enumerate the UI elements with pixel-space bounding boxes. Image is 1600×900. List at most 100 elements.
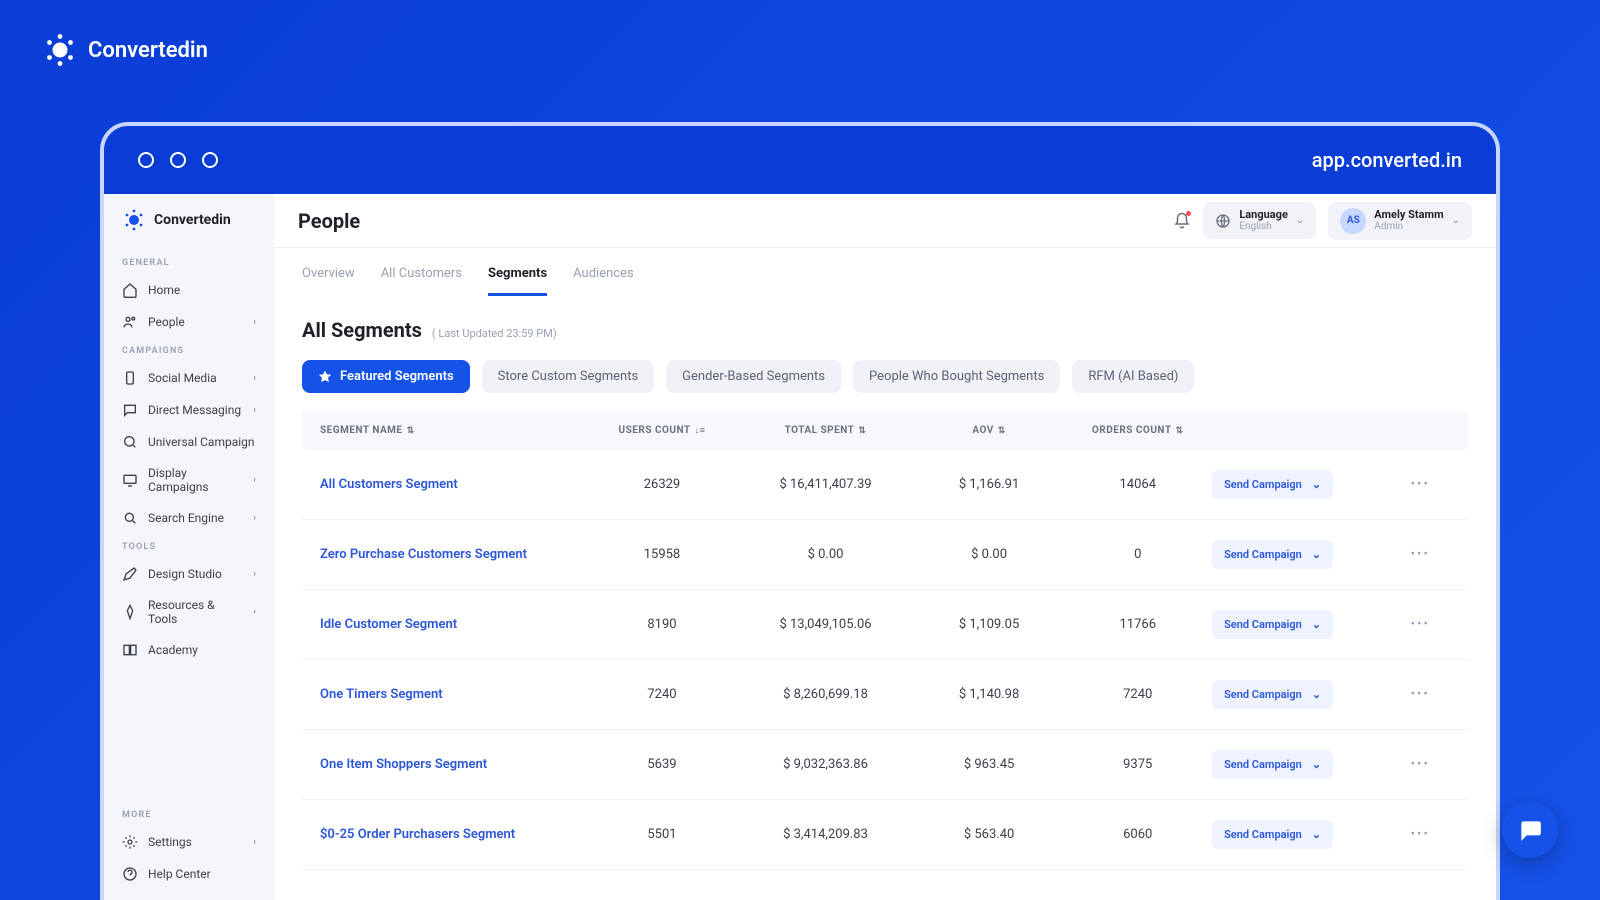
window-dot[interactable]: [170, 152, 186, 168]
brand-name: Convertedin: [88, 38, 208, 63]
segment-link[interactable]: One Item Shoppers Segment: [320, 757, 588, 772]
globe-icon: [1215, 213, 1231, 229]
brand-logo-sidebar[interactable]: Convertedin: [104, 208, 274, 250]
filter-featured[interactable]: Featured Segments: [302, 360, 470, 393]
chevron-right-icon: ›: [253, 317, 256, 327]
segments-table: SEGMENT NAME⇅ USERS COUNT↓≡ TOTAL SPENT⇅…: [302, 411, 1468, 870]
people-icon: [122, 314, 138, 330]
filter-gender[interactable]: Gender-Based Segments: [666, 360, 841, 393]
app-body: Convertedin GENERAL Home People › CAMPAI…: [104, 194, 1496, 900]
segments-heading: All Segments: [302, 318, 422, 342]
cell-spent: $ 8,260,699.18: [736, 687, 914, 702]
segment-link[interactable]: One Timers Segment: [320, 687, 588, 702]
sidebar-item-universal-campaign[interactable]: Universal Campaign: [104, 426, 274, 458]
tab-audiences[interactable]: Audiences: [573, 266, 634, 296]
sidebar-item-home[interactable]: Home: [104, 274, 274, 306]
sidebar-item-social-media[interactable]: Social Media ›: [104, 362, 274, 394]
segment-link[interactable]: Zero Purchase Customers Segment: [320, 547, 588, 562]
col-segment-name[interactable]: SEGMENT NAME⇅: [320, 425, 588, 436]
brand-name: Convertedin: [154, 212, 231, 228]
sidebar: Convertedin GENERAL Home People › CAMPAI…: [104, 194, 274, 900]
gear-icon: [122, 834, 138, 850]
tab-segments[interactable]: Segments: [488, 266, 547, 296]
sidebar-item-label: Home: [148, 283, 180, 297]
cell-spent: $ 16,411,407.39: [736, 477, 914, 492]
segment-link[interactable]: $0-25 Order Purchasers Segment: [320, 827, 588, 842]
cell-orders: 11766: [1063, 617, 1212, 632]
table-row: One Timers Segment7240$ 8,260,699.18$ 1,…: [302, 660, 1468, 730]
row-menu-button[interactable]: •••: [1391, 757, 1450, 772]
send-campaign-button[interactable]: Send Campaign ⌄: [1212, 610, 1333, 639]
tab-all-customers[interactable]: All Customers: [381, 266, 462, 296]
sidebar-item-design-studio[interactable]: Design Studio ›: [104, 558, 274, 590]
sidebar-item-academy[interactable]: Academy: [104, 634, 274, 666]
user-name: Amely Stamm: [1374, 208, 1443, 221]
language-value: English: [1239, 221, 1288, 233]
chevron-down-icon: ⌄: [1312, 618, 1321, 631]
language-selector[interactable]: Language English ⌄: [1203, 202, 1316, 239]
globe-search-icon: [122, 434, 138, 450]
section-more: MORE: [104, 802, 274, 826]
sidebar-item-direct-messaging[interactable]: Direct Messaging ›: [104, 394, 274, 426]
chevron-down-icon: ⌄: [1312, 828, 1321, 841]
send-campaign-button[interactable]: Send Campaign ⌄: [1212, 470, 1333, 499]
cell-users: 8190: [588, 617, 737, 632]
section-campaigns: CAMPAIGNS: [104, 338, 274, 362]
sort-icon: ⇅: [858, 426, 866, 436]
chat-button[interactable]: [1502, 802, 1558, 858]
sidebar-item-settings[interactable]: Settings ›: [104, 826, 274, 858]
cell-users: 26329: [588, 477, 737, 492]
sidebar-item-label: Universal Campaign: [148, 435, 255, 449]
user-menu[interactable]: AS Amely Stamm Admin ⌄: [1328, 202, 1472, 240]
cell-spent: $ 13,049,105.06: [736, 617, 914, 632]
filter-rfm[interactable]: RFM (AI Based): [1072, 360, 1194, 393]
cell-users: 15958: [588, 547, 737, 562]
row-menu-button[interactable]: •••: [1391, 547, 1450, 562]
sort-icon: ⇅: [407, 426, 415, 436]
cell-orders: 6060: [1063, 827, 1212, 842]
sidebar-item-help-center[interactable]: Help Center: [104, 858, 274, 890]
pen-nib-icon: [122, 604, 138, 620]
filter-bought[interactable]: People Who Bought Segments: [853, 360, 1060, 393]
avatar: AS: [1340, 208, 1366, 234]
segment-link[interactable]: All Customers Segment: [320, 477, 588, 492]
filter-store-custom[interactable]: Store Custom Segments: [482, 360, 655, 393]
help-icon: [122, 866, 138, 882]
row-menu-button[interactable]: •••: [1391, 477, 1450, 492]
segment-link[interactable]: Idle Customer Segment: [320, 617, 588, 632]
send-campaign-button[interactable]: Send Campaign ⌄: [1212, 680, 1333, 709]
sidebar-item-label: Settings: [148, 835, 192, 849]
url-display: app.converted.in: [1312, 148, 1462, 172]
row-menu-button[interactable]: •••: [1391, 687, 1450, 702]
chevron-right-icon: ›: [253, 405, 256, 415]
tab-overview[interactable]: Overview: [302, 266, 355, 296]
send-campaign-button[interactable]: Send Campaign ⌄: [1212, 750, 1333, 779]
cell-orders: 14064: [1063, 477, 1212, 492]
sidebar-item-search-engine[interactable]: Search Engine ›: [104, 502, 274, 534]
send-campaign-button[interactable]: Send Campaign ⌄: [1212, 540, 1333, 569]
send-campaign-button[interactable]: Send Campaign ⌄: [1212, 820, 1333, 849]
col-users-count[interactable]: USERS COUNT↓≡: [588, 425, 737, 436]
col-total-spent[interactable]: TOTAL SPENT⇅: [736, 425, 914, 436]
chevron-down-icon: ⌄: [1296, 215, 1304, 226]
row-menu-button[interactable]: •••: [1391, 827, 1450, 842]
book-icon: [122, 642, 138, 658]
chevron-down-icon: ⌄: [1312, 548, 1321, 561]
row-menu-button[interactable]: •••: [1391, 617, 1450, 632]
cell-aov: $ 563.40: [915, 827, 1064, 842]
sidebar-item-resources-tools[interactable]: Resources & Tools ›: [104, 590, 274, 634]
table-row: Zero Purchase Customers Segment15958$ 0.…: [302, 520, 1468, 590]
col-aov[interactable]: AOV⇅: [915, 425, 1064, 436]
window-dot[interactable]: [202, 152, 218, 168]
window-dot[interactable]: [138, 152, 154, 168]
mobile-icon: [122, 370, 138, 386]
sidebar-item-people[interactable]: People ›: [104, 306, 274, 338]
sidebar-item-label: Help Center: [148, 867, 211, 881]
subtabs: Overview All Customers Segments Audience…: [274, 248, 1496, 296]
notifications-button[interactable]: [1173, 212, 1191, 230]
sidebar-item-display-campaigns[interactable]: Display Campaigns ›: [104, 458, 274, 502]
chevron-right-icon: ›: [253, 475, 256, 485]
col-orders-count[interactable]: ORDERS COUNT⇅: [1063, 425, 1212, 436]
table-header: SEGMENT NAME⇅ USERS COUNT↓≡ TOTAL SPENT⇅…: [302, 411, 1468, 450]
browser-chrome: app.converted.in: [104, 126, 1496, 194]
